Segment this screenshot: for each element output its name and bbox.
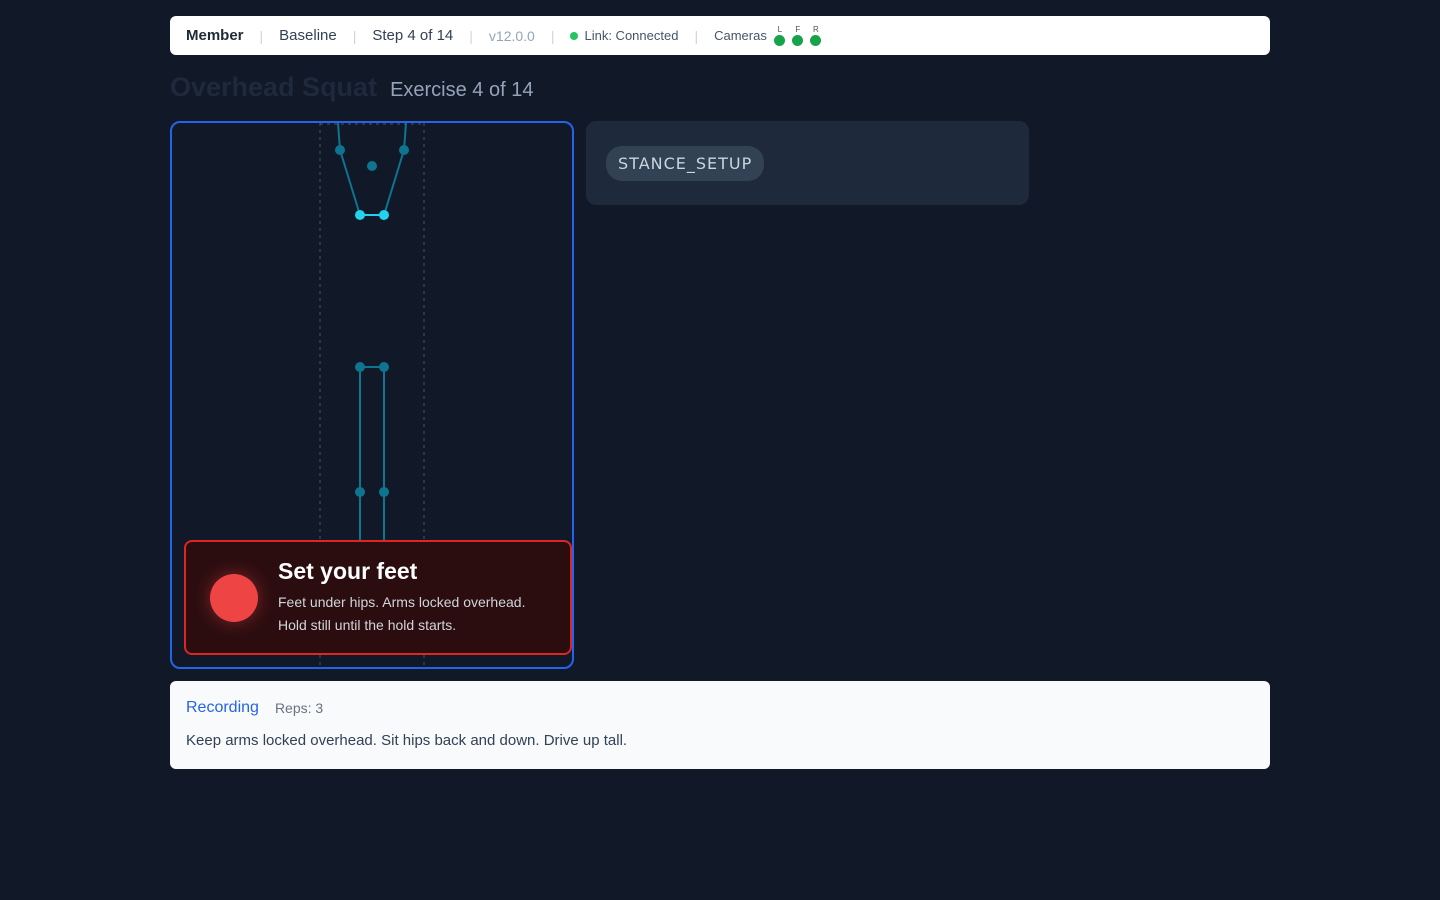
separator: | xyxy=(469,27,473,44)
link-status-dot-icon xyxy=(570,31,579,40)
camera-status-dot-icon xyxy=(810,35,822,46)
camera-label: R xyxy=(812,25,819,34)
alert-line: Hold still until the hold starts. xyxy=(278,617,457,633)
camera-label: F xyxy=(795,25,801,34)
knee-right-joint xyxy=(379,487,389,497)
exercise-heading: Overhead Squat Exercise 4 of 14 xyxy=(170,72,533,103)
arm-right-lower xyxy=(383,149,405,216)
separator: | xyxy=(550,27,555,44)
separator: | xyxy=(259,27,264,44)
phase-badge: STANCE_SETUP xyxy=(606,145,765,181)
hip-left-joint xyxy=(355,362,365,372)
shoulder-left-joint xyxy=(355,210,365,220)
phase-card: STANCE_SETUP xyxy=(586,121,1029,205)
elbow-left-joint xyxy=(335,145,345,155)
session-type: Baseline xyxy=(279,27,337,44)
alert-body: Feet under hips. Arms locked overhead. H… xyxy=(278,591,525,637)
step-counter: Step 4 of 14 xyxy=(372,27,454,44)
exercise-counter: Exercise 4 of 14 xyxy=(390,79,534,101)
camera-right: R xyxy=(810,25,822,46)
cameras-label: Cameras xyxy=(714,28,767,43)
rep-counter: Reps: 3 xyxy=(274,700,324,716)
app-version: v12.0.0 xyxy=(488,27,535,44)
exercise-title: Overhead Squat xyxy=(170,72,378,102)
camera-label: L xyxy=(777,25,783,34)
status-row: Recording Reps: 3 xyxy=(186,699,1254,717)
elbow-right-joint xyxy=(399,145,409,155)
member-label: Member xyxy=(186,27,244,44)
knee-left-joint xyxy=(355,487,365,497)
exercise-cue: Keep arms locked overhead. Sit hips back… xyxy=(186,732,628,749)
camera-indicators: L F R xyxy=(774,25,822,46)
status-light-icon xyxy=(210,573,258,622)
separator: | xyxy=(352,27,357,44)
camera-left: L xyxy=(774,25,786,46)
alert-text: Set your feet Feet under hips. Arms lock… xyxy=(278,558,525,637)
head-joint xyxy=(367,161,377,171)
separator: | xyxy=(694,27,699,44)
arm-left-lower xyxy=(339,149,361,216)
hip-right-joint xyxy=(379,362,389,372)
camera-status-dot-icon xyxy=(792,35,804,46)
camera-status-dot-icon xyxy=(774,35,786,46)
alert-line: Feet under hips. Arms locked overhead. xyxy=(278,594,526,610)
alert-headline: Set your feet xyxy=(278,558,418,584)
coaching-alert: Set your feet Feet under hips. Arms lock… xyxy=(184,540,572,655)
link-status: Link: Connected xyxy=(570,28,678,43)
session-header: Member | Baseline | Step 4 of 14 | v12.0… xyxy=(170,16,1270,55)
camera-front: F xyxy=(792,25,804,46)
shoulder-right-joint xyxy=(379,210,389,220)
link-status-text: Link: Connected xyxy=(584,28,679,43)
camera-status: Cameras L F R xyxy=(714,25,822,46)
recording-status: Recording xyxy=(186,699,259,716)
recording-status-card: Recording Reps: 3 Keep arms locked overh… xyxy=(170,681,1270,769)
